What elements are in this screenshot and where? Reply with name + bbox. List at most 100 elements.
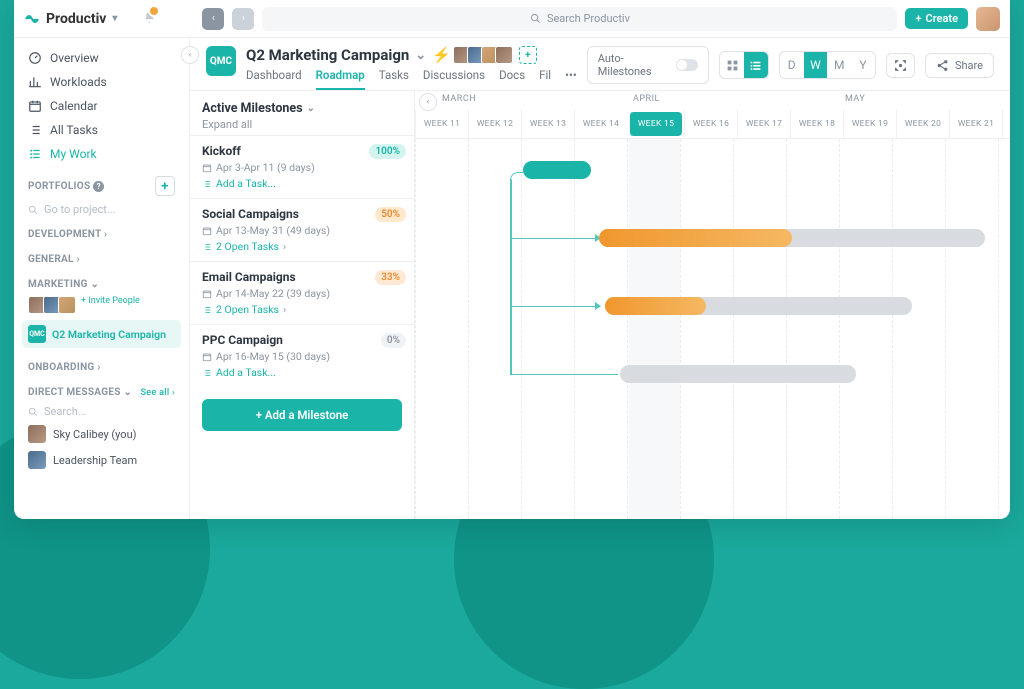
member-avatar[interactable] — [495, 46, 513, 64]
month-button[interactable]: M — [827, 52, 851, 78]
milestones-column: Active Milestones ⌄ Expand all Kickoff A… — [190, 91, 415, 519]
week-cell[interactable]: WEEK 13 — [521, 110, 574, 138]
milestone-block[interactable]: Social Campaigns Apr 13-May 31 (49 days)… — [190, 198, 414, 261]
list-icon — [202, 179, 212, 189]
connector — [510, 374, 618, 375]
week-button[interactable]: W — [804, 52, 828, 78]
create-button[interactable]: + Create — [905, 8, 968, 29]
month-label: MARCH — [442, 94, 476, 104]
tab-tasks[interactable]: Tasks — [379, 68, 409, 90]
scroll-left-button[interactable]: ‹ — [419, 93, 437, 111]
active-project[interactable]: QMC Q2 Marketing Campaign — [22, 320, 181, 348]
week-cell[interactable]: WEEK 15 — [629, 112, 682, 136]
app-logo[interactable]: Productiv ▾ — [24, 11, 117, 27]
onboarding-section[interactable]: ONBOARDING › — [14, 352, 189, 377]
share-button[interactable]: Share — [925, 53, 994, 78]
milestone-link[interactable]: Add a Task... — [202, 366, 402, 379]
expand-all-button[interactable]: Expand all — [202, 118, 402, 131]
sidebar: Overview Workloads Calendar All Tasks My… — [14, 38, 190, 519]
week-cell[interactable]: WEEK 16 — [684, 110, 737, 138]
year-button[interactable]: Y — [851, 52, 875, 78]
connector — [510, 306, 598, 307]
search-icon — [28, 205, 38, 215]
week-cell[interactable]: WE — [1002, 110, 1010, 138]
week-cell[interactable]: WEEK 14 — [574, 110, 627, 138]
list-icon — [749, 59, 762, 72]
dm-item[interactable]: Leadership Team — [14, 447, 189, 473]
see-all-link[interactable]: See all › — [141, 388, 175, 398]
nav-workloads[interactable]: Workloads — [14, 70, 189, 94]
tab-roadmap[interactable]: Roadmap — [316, 68, 365, 90]
top-bar: Productiv ▾ ‹ › Search Productiv + Creat… — [14, 0, 1010, 38]
week-cell[interactable]: WEEK 11 — [415, 110, 468, 138]
gantt-body[interactable]: /* gridlines via JS below */ — [415, 139, 1010, 519]
calendar-icon — [202, 289, 212, 299]
calendar-icon — [202, 226, 212, 236]
notifications-button[interactable] — [143, 9, 156, 28]
search-icon — [530, 13, 541, 24]
member-avatar[interactable] — [58, 296, 76, 314]
day-button[interactable]: D — [780, 52, 804, 78]
tab-discussions[interactable]: Discussions — [423, 68, 485, 90]
dm-search[interactable]: Search... — [14, 402, 189, 421]
milestone-title: Email Campaigns — [202, 270, 402, 284]
project-title[interactable]: Q2 Marketing Campaign ⌄ ⚡ + — [246, 46, 577, 64]
more-tabs[interactable]: ••• — [565, 68, 577, 90]
tab-dashboard[interactable]: Dashboard — [246, 68, 302, 90]
invite-people-link[interactable]: + Invite People — [81, 296, 140, 314]
nav-forward-button[interactable]: › — [232, 8, 254, 30]
project-badge: QMC — [28, 325, 46, 343]
user-avatar[interactable] — [976, 7, 1000, 31]
tab-files[interactable]: Fil — [539, 68, 551, 90]
gantt-bar-ppc[interactable] — [620, 365, 856, 383]
milestone-link[interactable]: 2 Open Tasks › — [202, 240, 402, 253]
development-section[interactable]: DEVELOPMENT › — [14, 219, 189, 244]
milestone-block[interactable]: Kickoff Apr 3-Apr 11 (9 days) Add a Task… — [190, 135, 414, 198]
chevron-right-icon: › — [97, 362, 100, 373]
bolt-icon[interactable]: ⚡ — [432, 46, 451, 64]
milestone-link[interactable]: Add a Task... — [202, 177, 402, 190]
marketing-section[interactable]: MARKETING ⌄ — [14, 269, 189, 294]
tab-docs[interactable]: Docs — [499, 68, 525, 90]
marketing-members: + Invite People — [14, 294, 189, 316]
grid-view-button[interactable] — [720, 52, 744, 78]
week-cell[interactable]: WEEK 12 — [468, 110, 521, 138]
milestone-block[interactable]: Email Campaigns Apr 14-May 22 (39 days) … — [190, 261, 414, 324]
app-name: Productiv — [46, 11, 106, 27]
general-section[interactable]: GENERAL › — [14, 244, 189, 269]
dm-avatar — [28, 451, 46, 469]
collapse-sidebar-button[interactable]: ‹ — [181, 46, 199, 64]
gantt-header: ‹ MARCH APRIL MAY WEEK 11WEEK 12WEEK 13W… — [415, 91, 1010, 139]
help-icon[interactable]: ? — [93, 181, 104, 192]
week-cell[interactable]: WEEK 19 — [843, 110, 896, 138]
nav-overview[interactable]: Overview — [14, 46, 189, 70]
gantt-bar-kickoff[interactable] — [523, 161, 591, 179]
milestone-block[interactable]: PPC Campaign Apr 16-May 15 (30 days) Add… — [190, 324, 414, 387]
week-cell[interactable]: WEEK 18 — [790, 110, 843, 138]
auto-milestones-toggle[interactable]: Auto-Milestones — [587, 46, 709, 84]
add-milestone-button[interactable]: + Add a Milestone — [202, 399, 402, 431]
milestone-link[interactable]: 2 Open Tasks › — [202, 303, 402, 316]
milestone-title: PPC Campaign — [202, 333, 402, 347]
dm-item[interactable]: Sky Calibey (you) — [14, 421, 189, 447]
nav-my-work[interactable]: My Work — [14, 142, 189, 166]
global-search[interactable]: Search Productiv — [262, 7, 897, 31]
week-cell[interactable]: WEEK 21 — [949, 110, 1002, 138]
week-cell[interactable]: WEEK 17 — [737, 110, 790, 138]
gauge-icon — [28, 51, 42, 65]
chevron-down-icon: ⌄ — [124, 387, 133, 398]
milestones-heading[interactable]: Active Milestones ⌄ — [202, 101, 402, 116]
nav-calendar[interactable]: Calendar — [14, 94, 189, 118]
week-cell[interactable]: WEEK 20 — [896, 110, 949, 138]
nav-back-button[interactable]: ‹ — [202, 8, 224, 30]
list-view-button[interactable] — [744, 52, 768, 78]
add-member-button[interactable]: + — [519, 46, 537, 64]
chevron-down-icon: ⌄ — [415, 48, 426, 63]
logo-icon — [24, 11, 40, 27]
nav-all-tasks[interactable]: All Tasks — [14, 118, 189, 142]
portfolio-search[interactable]: Go to project... — [14, 200, 189, 219]
month-label: APRIL — [633, 94, 660, 104]
connector — [510, 179, 512, 375]
focus-button[interactable] — [886, 53, 915, 78]
add-portfolio-button[interactable]: + — [155, 176, 175, 196]
